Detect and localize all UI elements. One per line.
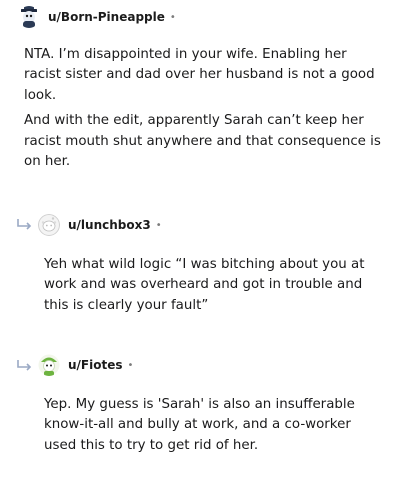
comment-header: u/lunchbox3 • <box>38 214 162 236</box>
comment-body: NTA. I’m disappointed in your wife. Enab… <box>24 45 384 172</box>
reply-arrow-icon <box>17 219 32 230</box>
comment-header: u/Born-Pineapple • <box>18 6 176 28</box>
comment-header: u/Fiotes • <box>38 354 133 376</box>
username[interactable]: u/lunchbox3 <box>68 218 151 232</box>
comment-body: Yep. My guess is 'Sarah' is also an insu… <box>44 395 384 456</box>
comment-body: Yeh what wild logic “I was bitching abou… <box>44 255 384 316</box>
comment-paragraph: Yep. My guess is 'Sarah' is also an insu… <box>44 397 355 453</box>
username[interactable]: u/Fiotes <box>68 358 123 372</box>
comment-paragraph: Yeh what wild logic “I was bitching abou… <box>44 257 365 313</box>
meta-separator: • <box>127 359 134 371</box>
meta-separator: • <box>169 11 176 23</box>
username[interactable]: u/Born-Pineapple <box>48 10 165 24</box>
meta-separator: • <box>155 219 162 231</box>
pineapple-snoo-avatar-icon[interactable] <box>18 6 40 28</box>
reply-arrow-icon <box>17 360 32 371</box>
comment-paragraph: And with the edit, apparently Sarah can’… <box>24 113 381 170</box>
green-snoo-avatar-icon[interactable] <box>38 354 60 376</box>
comment-paragraph: NTA. I’m disappointed in your wife. Enab… <box>24 47 375 103</box>
default-snoo-avatar-icon[interactable] <box>38 214 60 236</box>
